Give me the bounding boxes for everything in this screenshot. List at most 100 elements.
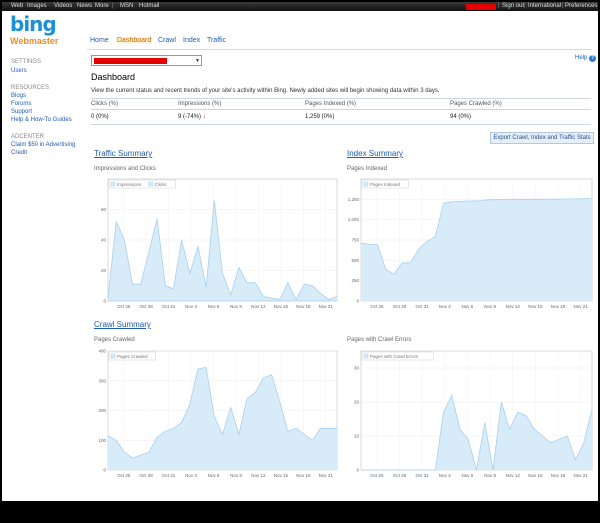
x-tick-label: Nov 21 [574,304,589,309]
legend-swatch [363,353,369,359]
stat-value-pages-crawled: 94 (0%) [450,114,472,120]
y-tick-label: 500 [351,258,359,263]
index-summary-link[interactable]: Index Summary [347,149,403,158]
sidebar-item-claim-credit-2[interactable]: Credit [11,150,27,156]
sign-out-link[interactable]: Sign out [502,3,524,9]
nav-divider [87,49,591,50]
x-tick-label: Oct 31 [416,473,430,478]
x-tick-label: Nov 3 [439,304,451,309]
topnav-videos[interactable]: Videos [54,3,72,9]
bing-logo[interactable]: bing [10,12,57,36]
y-tick-label: 0 [356,299,359,304]
stat-value-impressions: 9 (-74%) ↓ [178,114,206,120]
y-tick-label: 0 [356,468,359,473]
legend-label: Impressions [117,182,142,187]
topnav-hotmail[interactable]: Hotmail [139,3,159,9]
y-tick-label: 40 [101,238,107,243]
sidebar-item-claim-credit[interactable]: Claim $50 in Advertising [11,142,75,148]
x-tick-label: Nov 15 [274,473,289,478]
sidebar-item-support[interactable]: Support [11,109,32,115]
topnav-web[interactable]: Web [11,3,23,9]
page-title: Dashboard [91,72,136,82]
stat-header-clicks: Clicks (%) [91,101,118,107]
x-tick-label: Oct 28 [393,304,407,309]
arrow-down-icon: ↓ [202,114,206,120]
chart-title-pages-crawled: Pages Crawled [94,337,135,343]
topnav-divider: | [562,3,564,9]
traffic-summary-link[interactable]: Traffic Summary [94,149,152,158]
y-tick-label: 10 [354,434,360,439]
sidebar-item-guides[interactable]: Help & How-To Guides [11,117,72,123]
sidebar-item-forums[interactable]: Forums [11,101,31,107]
stat-header-pages-crawled: Pages Crawled (%) [450,101,502,107]
x-tick-label: Nov 9 [484,304,496,309]
sidebar-header-settings: SETTINGS [11,59,42,65]
x-tick-label: Oct 28 [393,473,407,478]
preferences-link[interactable]: Preferences [565,3,597,9]
x-tick-label: Nov 12 [506,473,521,478]
legend-swatch [110,353,116,359]
legend-label: Pages Indexed [370,182,401,187]
international-link[interactable]: International [528,3,561,9]
y-tick-label: 20 [101,268,107,273]
nav-tab-dashboard[interactable]: Dashboard [116,37,153,44]
legend-label: Clicks [155,182,168,187]
topnav-news[interactable]: News [77,3,92,9]
topnav-images[interactable]: Images [27,3,47,9]
chart-legend: Impressions Clicks [108,179,176,189]
x-tick-label: Nov 9 [484,473,496,478]
x-tick-label: Oct 25 [370,473,384,478]
x-tick-label: Nov 15 [528,473,543,478]
stat-value-pages-indexed: 1,259 (0%) [305,114,335,120]
help-icon[interactable]: ? [589,55,596,62]
sidebar-item-blogs[interactable]: Blogs [11,93,26,99]
x-tick-label: Nov 9 [230,304,242,309]
chart-title-impressions-clicks: Impressions and Clicks [94,166,156,172]
site-select-dropdown[interactable]: ▼ [91,55,202,66]
redacted-username [466,4,496,10]
topnav-more[interactable]: More [95,3,109,9]
x-tick-label: Nov 21 [319,304,334,309]
crawl-errors-chart: 0 10 20 30 Oct 25 Oct 28 Oct 31 Nov 3 Nov 6 Nov 9… [354,350,593,478]
help-link[interactable]: Help [575,55,587,61]
x-tick-label: Nov 3 [185,473,197,478]
crawl-summary-link[interactable]: Crawl Summary [94,320,151,329]
y-tick-label: 300 [98,378,106,383]
nav-tab-crawl[interactable]: Crawl [158,37,176,44]
sidebar-item-users[interactable]: Users [11,68,27,74]
stats-top-divider [91,98,591,99]
y-tick-label: 250 [351,278,359,283]
stat-value-impressions-text: 9 (-74%) [178,114,202,120]
x-tick-label: Nov 21 [319,473,334,478]
x-tick-label: Oct 25 [370,304,384,309]
y-tick-label: 200 [98,408,106,413]
nav-tab-traffic[interactable]: Traffic [207,37,226,44]
y-tick-label: 1,000 [348,217,360,222]
x-tick-label: Oct 28 [140,473,154,478]
chevron-down-icon: ▼ [195,58,200,64]
x-tick-label: Nov 21 [574,473,589,478]
x-tick-label: Nov 18 [296,473,311,478]
x-tick-label: Nov 18 [296,304,311,309]
nav-tab-index[interactable]: Index [183,37,200,44]
x-tick-label: Nov 12 [506,304,521,309]
x-tick-label: Nov 15 [528,304,543,309]
chart-title-crawl-errors: Pages with Crawl Errors [347,337,412,343]
nav-tab-home[interactable]: Home [90,37,109,44]
x-tick-label: Oct 25 [117,304,131,309]
stat-header-pages-indexed: Pages Indexed (%) [305,101,357,107]
y-tick-label: 750 [351,238,359,243]
legend-label: Pages Crawled [117,354,148,359]
impressions-clicks-chart: 0 20 40 60 Oct 25 Oct 28 Oct 31 Nov 3 Nov 6 Nov 9… [101,178,338,309]
y-tick-label: 400 [98,349,106,354]
x-tick-label: Nov 12 [251,473,266,478]
legend-swatch [110,181,116,187]
x-tick-label: Nov 3 [439,473,451,478]
y-tick-label: 1,250 [348,197,360,202]
export-stats-button[interactable]: Export Crawl, Index and Traffic Stats [490,132,594,144]
stat-value-clicks: 0 (0%) [91,114,109,120]
x-tick-label: Nov 3 [185,304,197,309]
stats-mid-divider [91,109,591,110]
stat-header-impressions: Impressions (%) [178,101,222,107]
topnav-msn[interactable]: MSN [120,3,133,9]
